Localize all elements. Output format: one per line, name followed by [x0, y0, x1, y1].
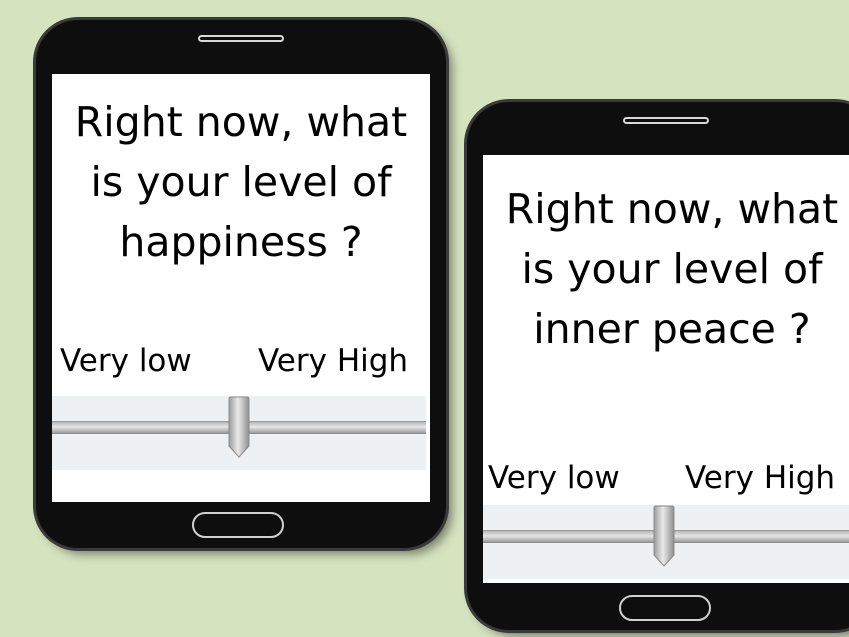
phone-happiness: Right now, what is your level of happine…	[36, 20, 446, 548]
scale-high-label: Very High	[685, 460, 836, 496]
inner-peace-slider[interactable]	[483, 505, 849, 579]
phone-screen: Right now, what is your level of happine…	[52, 74, 430, 502]
question-text: Right now, what is your level of inner p…	[483, 179, 849, 359]
question-line: is your level of	[90, 158, 392, 206]
happiness-slider[interactable]	[52, 396, 426, 470]
question-line: Right now, what	[74, 98, 408, 146]
scale-low-label: Very low	[488, 460, 620, 496]
slider-thumb[interactable]	[653, 505, 675, 567]
slider-thumb[interactable]	[228, 396, 250, 458]
question-text: Right now, what is your level of happine…	[52, 92, 430, 272]
phone-inner-peace: Right now, what is your level of inner p…	[467, 102, 849, 630]
question-line: is your level of	[521, 245, 823, 293]
question-line: inner peace ?	[533, 305, 811, 353]
speaker-slot	[623, 117, 709, 124]
phone-screen: Right now, what is your level of inner p…	[483, 155, 849, 583]
scale-high-label: Very High	[258, 343, 409, 379]
question-line: Right now, what	[505, 185, 839, 233]
speaker-slot	[198, 35, 284, 42]
scale-low-label: Very low	[60, 343, 192, 379]
question-line: happiness ?	[119, 218, 363, 266]
home-button[interactable]	[192, 512, 284, 538]
top-decoration: · ·	[346, 0, 456, 10]
home-button[interactable]	[619, 595, 711, 621]
